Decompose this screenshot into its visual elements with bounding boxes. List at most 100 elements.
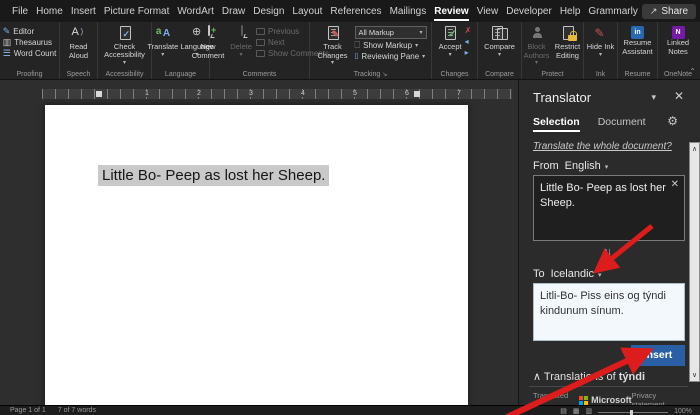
tab-layout[interactable]: Layout (288, 2, 326, 21)
tab-grammarly[interactable]: Grammarly (584, 2, 641, 21)
tab-selection[interactable]: Selection (533, 116, 580, 132)
chevron-down-icon[interactable]: ▾ (605, 164, 609, 171)
tab-draw[interactable]: Draw (218, 2, 249, 21)
horizontal-ruler[interactable]: 1 2 3 4 5 6 7 (42, 89, 512, 99)
block-authors-button[interactable]: Block Authors ▾ (523, 25, 551, 68)
collapse-ribbon-icon[interactable]: ⌃ (689, 67, 696, 76)
new-comment-button[interactable]: + New Comment (190, 25, 226, 61)
tab-developer[interactable]: Developer (502, 2, 556, 21)
ribbon-group-compare: Compare ▾ Compare (478, 22, 522, 79)
markup-view-dropdown[interactable]: All Markup ▾ (355, 26, 427, 39)
hide-ink-button[interactable]: ✎ Hide Ink ▾ (586, 25, 616, 68)
print-layout-icon[interactable]: ▦ (573, 407, 580, 415)
zoom-level[interactable]: 100% (674, 408, 692, 415)
swap-languages-icon[interactable]: ↑↓ (603, 246, 610, 258)
show-markup-button[interactable]: 🗌 Show Markup ▾ (355, 41, 419, 50)
tracking-dialog-launcher-icon[interactable]: ↘ (382, 72, 387, 78)
selected-document-text[interactable]: Little Bo- Peep as lost her Sheep. (98, 165, 329, 186)
zoom-slider[interactable] (598, 412, 668, 413)
resume-assistant-button[interactable]: in Resume Assistant (619, 25, 656, 68)
chevron-down-icon: ▾ (240, 52, 243, 59)
tab-insert[interactable]: Insert (67, 2, 100, 21)
translate-button[interactable]: a A Translate ▾ (146, 25, 179, 60)
tab-file[interactable]: File (8, 2, 32, 21)
chevron-down-icon[interactable]: ▾ (598, 272, 602, 279)
scroll-up-icon[interactable]: ∧ (690, 145, 699, 153)
delete-comment-icon (233, 26, 249, 41)
tab-document[interactable]: Document (598, 116, 646, 132)
ribbon-group-resume: in Resume Assistant Resume (618, 22, 658, 79)
block-authors-icon (529, 26, 545, 41)
chevron-down-icon: ▾ (535, 60, 538, 67)
tab-view[interactable]: View (473, 2, 503, 21)
reject-change-icon[interactable]: ✗ (465, 27, 472, 35)
ribbon-group-protect: Block Authors ▾ Restrict Editing Protect (522, 22, 584, 79)
from-language-dropdown[interactable]: English (565, 160, 601, 172)
translations-expander[interactable]: ∧ Translations of týndi (533, 370, 645, 383)
thesaurus-icon: ▥ (3, 38, 12, 47)
tab-review[interactable]: Review (430, 2, 472, 21)
chevron-down-icon: ▾ (449, 52, 452, 59)
read-mode-icon[interactable]: ▤ (560, 407, 567, 415)
tab-wordart[interactable]: WordArt (173, 2, 218, 21)
translator-tabs: Selection Document (533, 116, 646, 132)
pane-options-chevron-icon[interactable]: ▾ (651, 92, 656, 103)
compare-button[interactable]: Compare ▾ (483, 25, 516, 68)
word-count-button[interactable]: ☰ Word Count (3, 49, 57, 58)
zoom-slider-knob[interactable] (630, 410, 633, 415)
restrict-editing-button[interactable]: Restrict Editing (553, 25, 583, 61)
source-text-box[interactable]: Little Bo- Peep as lost her Sheep. ✕ (533, 175, 685, 241)
editor-icon: ✎ (3, 27, 11, 36)
accept-button[interactable]: ✓ Accept ▾ (438, 25, 463, 60)
tab-home[interactable]: Home (32, 2, 67, 21)
left-indent-marker[interactable] (96, 91, 102, 97)
next-change-icon[interactable]: ▸ (465, 49, 469, 57)
previous-change-icon[interactable]: ◂ (465, 38, 469, 46)
next-comment-button[interactable]: Next (256, 38, 284, 47)
tab-references[interactable]: References (326, 2, 385, 21)
chevron-down-icon: ▾ (422, 53, 425, 60)
ribbon-group-accessibility: ✓ Check Accessibility ▾ Accessibility (98, 22, 152, 79)
chevron-down-icon: ▾ (419, 29, 422, 36)
reviewing-pane-button[interactable]: ▯ Reviewing Pane ▾ (355, 52, 426, 61)
read-aloud-button[interactable]: A ) Read Aloud (61, 25, 96, 68)
next-comment-icon (256, 39, 265, 46)
tab-mailings[interactable]: Mailings (386, 2, 431, 21)
review-ribbon: ✎ Editor ▥ Thesaurus ☰ Word Count Proofi… (0, 22, 700, 80)
track-changes-button[interactable]: ✎ Track Changes ▾ (315, 25, 351, 68)
editor-button[interactable]: ✎ Editor (3, 27, 34, 36)
gear-icon[interactable]: ⚙ (667, 114, 678, 128)
pane-title: Translator (533, 90, 591, 105)
word-count-indicator[interactable]: 7 of 7 words (58, 407, 96, 414)
translate-whole-document-link[interactable]: Translate the whole document? (533, 141, 672, 152)
from-language-row: FromEnglish▾ (533, 160, 608, 172)
tab-picture-format[interactable]: Picture Format (100, 2, 174, 21)
delete-comment-button[interactable]: Delete ▾ (229, 25, 253, 60)
status-bar-right: ▤ ▦ ▥ 100% (560, 407, 692, 415)
scroll-down-icon[interactable]: ∨ (690, 371, 699, 379)
linked-notes-button[interactable]: N Linked Notes (659, 25, 697, 68)
document-canvas: 1 2 3 4 5 6 7 Little Bo- Peep as lost he… (0, 80, 518, 405)
thesaurus-button[interactable]: ▥ Thesaurus (3, 38, 52, 47)
check-accessibility-button[interactable]: ✓ Check Accessibility ▾ (99, 25, 150, 68)
previous-comment-button[interactable]: Previous (256, 27, 299, 36)
insert-button[interactable]: Insert (631, 345, 685, 366)
page-indicator[interactable]: Page 1 of 1 (10, 407, 46, 414)
right-indent-marker[interactable] (414, 91, 420, 97)
ribbon-group-ink: ✎ Hide Ink ▾ Ink (584, 22, 618, 79)
chevron-down-icon: ▾ (498, 52, 501, 59)
clear-source-icon[interactable]: ✕ (671, 178, 679, 192)
ribbon-group-changes: ✓ Accept ▾ ✗ ◂ ▸ Changes (432, 22, 478, 79)
tab-help[interactable]: Help (556, 2, 585, 21)
web-layout-icon[interactable]: ▥ (585, 407, 592, 415)
tab-design[interactable]: Design (249, 2, 288, 21)
translated-text-box[interactable]: Litli-Bo- Piss eins og týndi kindunum sí… (533, 283, 685, 341)
pane-scrollbar[interactable]: ∧ ∨ (689, 142, 700, 382)
document-page[interactable]: Little Bo- Peep as lost her Sheep. (45, 105, 468, 405)
new-comment-icon: + (200, 26, 216, 41)
share-button[interactable]: ↗ Share (642, 4, 696, 19)
pane-close-icon[interactable]: ✕ (674, 89, 684, 103)
to-language-dropdown[interactable]: Icelandic (551, 268, 594, 280)
compare-icon (491, 26, 507, 41)
status-bar: Page 1 of 1 7 of 7 words ▤ ▦ ▥ 100% (0, 405, 700, 415)
